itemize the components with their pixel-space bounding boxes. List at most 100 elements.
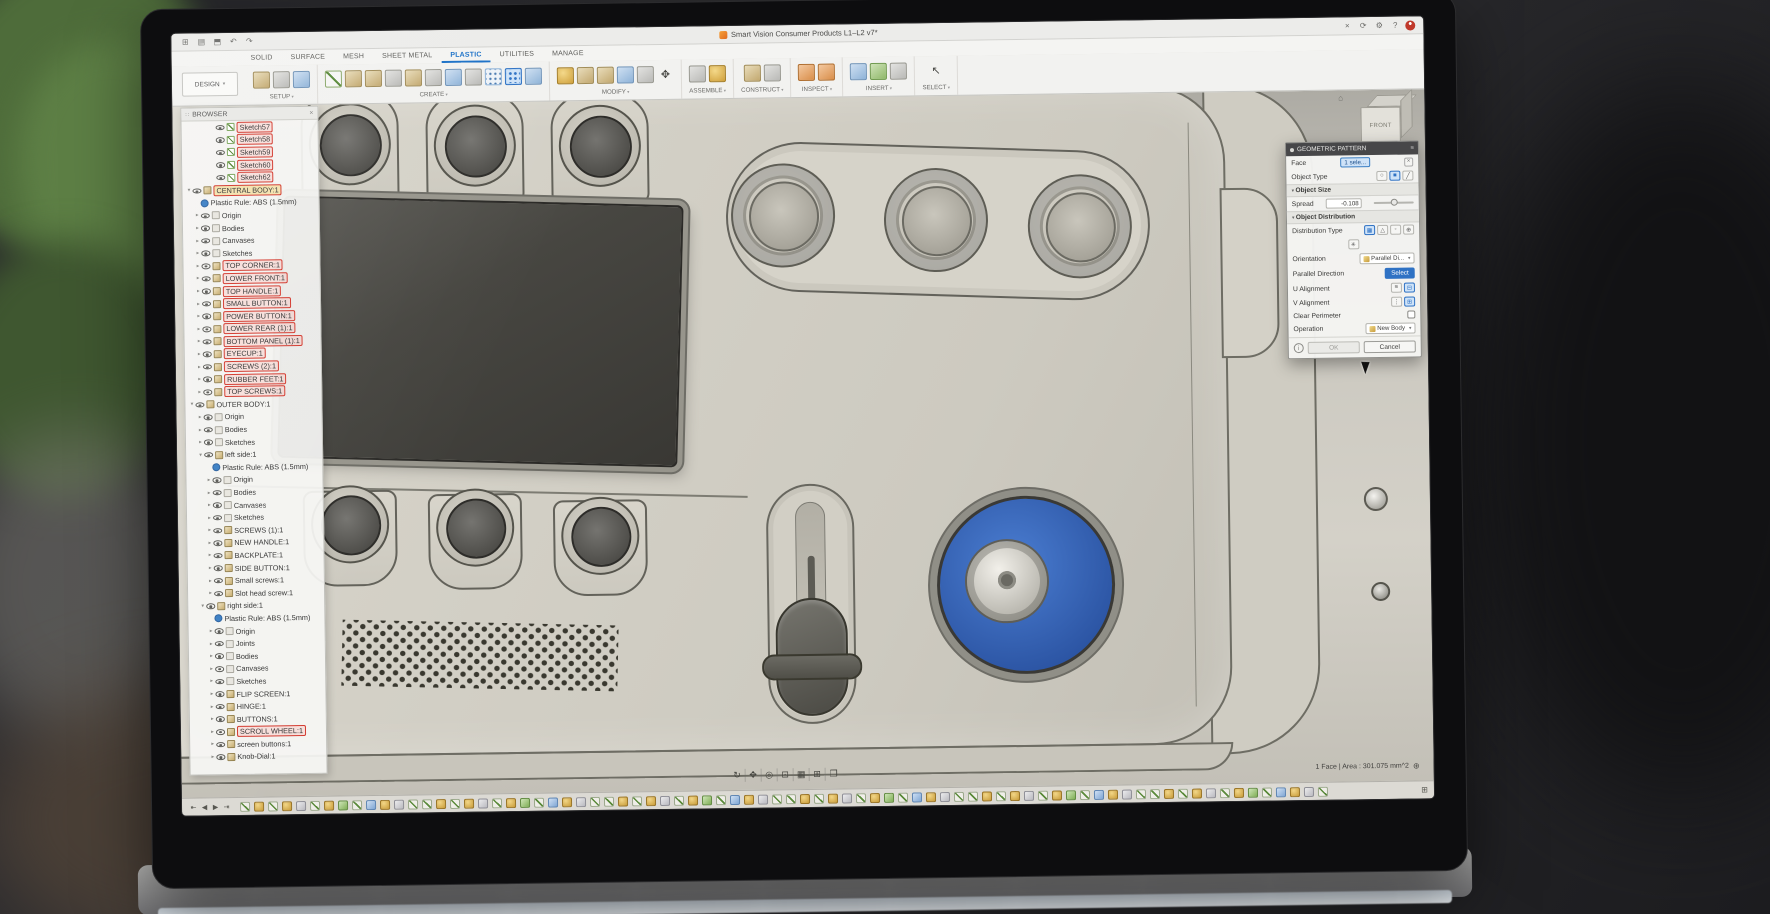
timeline-feature-icon[interactable] — [282, 801, 292, 811]
tab-sheet-metal[interactable]: SHEET METAL — [373, 48, 441, 64]
toolbar-group-label-assemble[interactable]: ASSEMBLE — [689, 87, 726, 95]
visibility-eye-icon[interactable] — [213, 515, 222, 521]
zoom-selection-icon[interactable]: ⊕ — [1413, 761, 1420, 770]
timeline-feature-icon[interactable] — [982, 791, 992, 801]
job-status-icon[interactable]: ⚙ — [1373, 21, 1385, 30]
timeline-feature-icon[interactable] — [324, 800, 334, 810]
timeline-feature-icon[interactable] — [604, 796, 614, 806]
timeline-feature-icon[interactable] — [688, 795, 698, 805]
timeline-feature-icon[interactable] — [1080, 790, 1090, 800]
visibility-eye-icon[interactable] — [202, 314, 211, 320]
ok-button[interactable]: OK — [1308, 341, 1360, 354]
expand-caret-icon[interactable]: ▸ — [206, 528, 213, 534]
timeline-feature-icon[interactable] — [450, 798, 460, 808]
timeline-step-back-icon[interactable]: ◀ — [199, 803, 210, 811]
undo-icon[interactable]: ↶ — [227, 37, 239, 46]
visibility-eye-icon[interactable] — [215, 691, 224, 697]
visibility-eye-icon[interactable] — [201, 213, 210, 219]
timeline-feature-icon[interactable] — [898, 792, 908, 802]
expand-caret-icon[interactable]: ▸ — [209, 754, 216, 760]
slider-bar[interactable] — [762, 653, 862, 680]
timeline-feature-icon[interactable] — [646, 796, 656, 806]
visibility-eye-icon[interactable] — [204, 440, 213, 446]
zoom-icon[interactable]: ◎ — [762, 768, 778, 781]
expand-caret-icon[interactable]: ▸ — [206, 490, 213, 496]
press-pull-icon[interactable] — [557, 67, 574, 84]
u-align-start-icon[interactable]: ≡ — [1391, 283, 1402, 293]
timeline-feature-icon[interactable] — [674, 795, 684, 805]
timeline-feature-icon[interactable] — [800, 793, 810, 803]
draft-icon[interactable] — [617, 66, 634, 83]
geometric-pattern-icon[interactable] — [505, 67, 522, 84]
expand-caret-icon[interactable]: ▸ — [207, 591, 214, 597]
timeline-feature-icon[interactable] — [1290, 787, 1300, 797]
timeline-feature-icon[interactable] — [394, 799, 404, 809]
visibility-eye-icon[interactable] — [203, 389, 212, 395]
tab-utilities[interactable]: UTILITIES — [491, 47, 544, 63]
visibility-eye-icon[interactable] — [215, 641, 224, 647]
lens-ring-2[interactable] — [882, 167, 989, 274]
cube-object-icon[interactable]: ■ — [1389, 171, 1400, 181]
browser-item-knob-dial-1[interactable]: ▸Knob-Dial:1 — [190, 749, 326, 763]
shell-icon[interactable] — [597, 66, 614, 83]
visibility-eye-icon[interactable] — [213, 502, 222, 508]
timeline-feature-icon[interactable] — [954, 791, 964, 801]
visibility-eye-icon[interactable] — [203, 377, 212, 383]
help-icon[interactable]: ? — [1389, 21, 1401, 30]
timeline-feature-icon[interactable] — [940, 791, 950, 801]
timeline-feature-icon[interactable] — [464, 798, 474, 808]
visibility-eye-icon[interactable] — [216, 162, 225, 168]
visibility-eye-icon[interactable] — [201, 226, 210, 232]
toolbar-group-label-setup[interactable]: SETUP — [270, 93, 294, 100]
timeline-feature-icon[interactable] — [1150, 789, 1160, 799]
timeline-feature-icon[interactable] — [1248, 787, 1258, 797]
visibility-eye-icon[interactable] — [213, 490, 222, 496]
spread-slider-handle[interactable] — [1391, 199, 1398, 206]
timeline-feature-icon[interactable] — [338, 800, 348, 810]
visibility-eye-icon[interactable] — [202, 276, 211, 282]
timeline-feature-icon[interactable] — [968, 791, 978, 801]
timeline-feature-icon[interactable] — [506, 798, 516, 808]
speaker-grill[interactable] — [341, 620, 618, 692]
expand-caret-icon[interactable]: ▸ — [206, 515, 213, 521]
visibility-eye-icon[interactable] — [215, 666, 224, 672]
construction-plane-icon[interactable] — [743, 64, 760, 81]
timeline-feature-icon[interactable] — [310, 800, 320, 810]
construction-axis-icon[interactable] — [763, 64, 780, 81]
expand-caret-icon[interactable]: ▸ — [209, 742, 216, 748]
visibility-eye-icon[interactable] — [213, 540, 222, 546]
edge-screw-1[interactable] — [1364, 487, 1388, 511]
expand-caret-icon[interactable]: ▸ — [197, 414, 204, 420]
display-settings-icon[interactable]: ▦ — [794, 768, 810, 781]
visibility-eye-icon[interactable] — [214, 565, 223, 571]
timeline-feature-icon[interactable] — [702, 795, 712, 805]
expand-caret-icon[interactable]: ▸ — [208, 679, 215, 685]
toolbar-group-label-select[interactable]: SELECT — [922, 84, 950, 91]
timeline-feature-icon[interactable] — [520, 797, 530, 807]
timeline-feature-icon[interactable] — [380, 799, 390, 809]
select-icon[interactable]: ↖ — [927, 62, 944, 79]
timeline-feature-icon[interactable] — [352, 800, 362, 810]
circle-distribution-icon[interactable]: ◦ — [1390, 225, 1401, 235]
workspace-dropdown[interactable]: DESIGN — [182, 72, 238, 97]
expand-caret-icon[interactable]: ▸ — [206, 540, 213, 546]
timeline-feature-icon[interactable] — [268, 801, 278, 811]
expand-caret-icon[interactable]: ▸ — [209, 729, 216, 735]
timeline-feature-icon[interactable] — [1178, 788, 1188, 798]
expand-caret-icon[interactable]: ▸ — [208, 628, 215, 634]
visibility-eye-icon[interactable] — [216, 742, 225, 748]
device-side-handle[interactable] — [1220, 187, 1280, 358]
browser-close-icon[interactable]: × — [309, 109, 313, 116]
radial-distribution-icon[interactable]: ⊕ — [1403, 224, 1414, 234]
timeline-feature-icon[interactable] — [632, 796, 642, 806]
timeline-feature-icon[interactable] — [240, 801, 250, 811]
visibility-eye-icon[interactable] — [216, 717, 225, 723]
sphere-object-icon[interactable]: ○ — [1376, 171, 1387, 181]
visibility-eye-icon[interactable] — [214, 553, 223, 559]
expand-caret-icon[interactable]: ▸ — [197, 440, 204, 446]
brush-object-icon[interactable]: ╱ — [1402, 170, 1413, 180]
expand-caret-icon[interactable]: ▸ — [206, 502, 213, 508]
timeline-feature-icon[interactable] — [786, 794, 796, 804]
timeline-feature-icon[interactable] — [828, 793, 838, 803]
toolbar-group-label-modify[interactable]: MODIFY — [602, 88, 630, 95]
